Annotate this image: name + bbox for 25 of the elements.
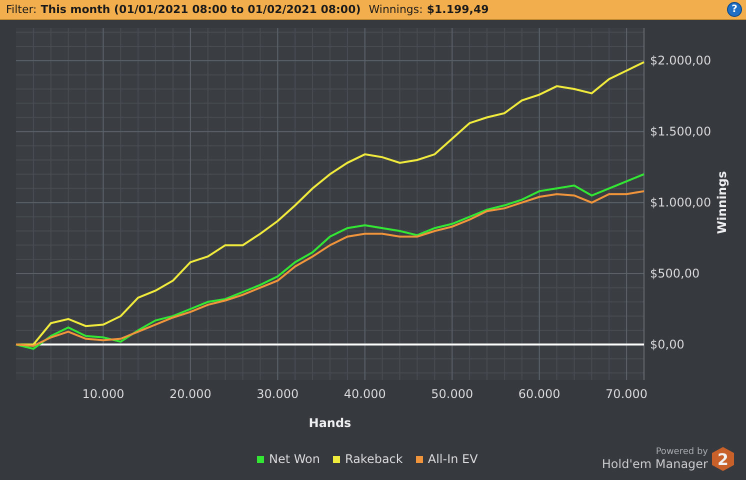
y-axis-title: Winnings	[715, 171, 729, 234]
legend-label: Net Won	[269, 452, 320, 466]
y-tick-label: $2.000,00	[650, 54, 712, 68]
help-button[interactable]: ?	[727, 2, 742, 17]
x-tick-label: 30.000	[256, 387, 299, 401]
x-tick-label: 60.000	[518, 387, 560, 401]
legend-label: Rakeback	[345, 452, 403, 466]
x-tick-label: 10.000	[82, 387, 124, 401]
legend-label: All-In EV	[428, 452, 478, 466]
filter-label: Filter:	[6, 3, 37, 16]
y-tick-label: $1.500,00	[650, 124, 712, 139]
y-tick-label: $1.000,00	[650, 196, 712, 210]
logo-badge: 2	[712, 447, 734, 471]
winnings-value: $1.199,49	[426, 3, 489, 16]
product-name: Hold'em Manager	[602, 457, 708, 471]
x-tick-label: 50.000	[431, 387, 474, 401]
x-tick-label: 70.000	[606, 387, 648, 401]
x-axis-title: Hands	[308, 416, 352, 430]
y-tick-label: $0,00	[650, 338, 684, 352]
powered-by-text: Powered by	[656, 447, 708, 457]
x-tick-label: 20.000	[169, 387, 212, 401]
winnings-label: Winnings:	[368, 3, 423, 16]
filter-value: This month (01/01/2021 08:00 to 01/02/2021 08:00)	[40, 3, 361, 16]
x-tick-label: 40.000	[344, 387, 386, 401]
y-tick-label: $500,00	[650, 266, 700, 281]
